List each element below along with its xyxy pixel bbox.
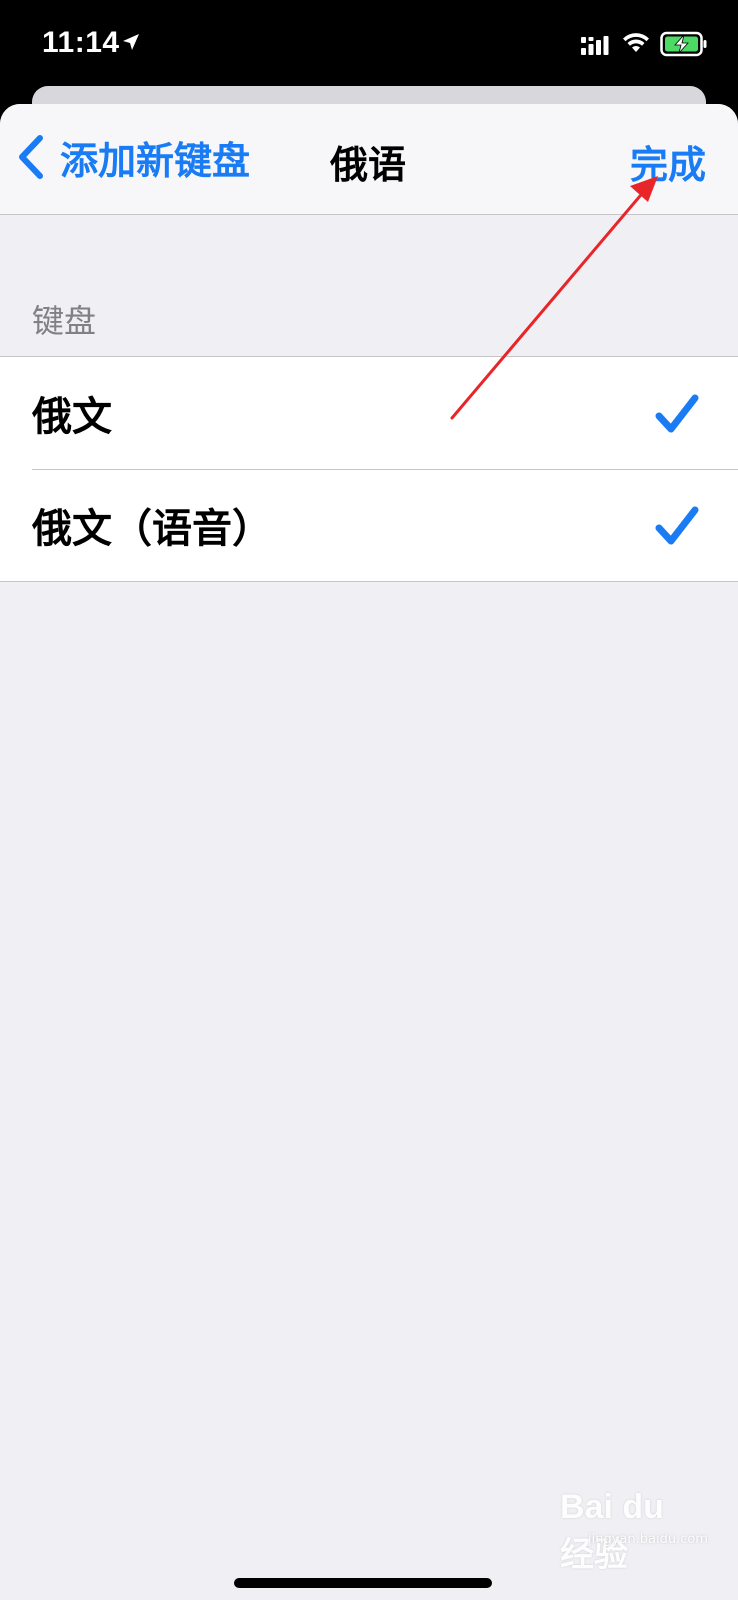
watermark-url: jingyan.baidu.com: [588, 1532, 708, 1547]
list-item-label: 俄文: [32, 394, 112, 440]
keyboard-list: 俄文 俄文（语音）: [0, 356, 738, 582]
list-item-label: 俄文（语音）: [32, 506, 272, 552]
wifi-icon: [623, 33, 649, 52]
watermark: Bai du 经验 jingyan.baidu.com: [560, 1488, 708, 1574]
home-indicator[interactable]: [234, 1578, 492, 1588]
navigation-bar: 添加新键盘 俄语 完成: [0, 104, 738, 215]
cellular-signal-icon: [581, 36, 609, 55]
section-header: 键盘: [32, 302, 97, 340]
checkmark-icon: [655, 394, 699, 433]
battery-charging-icon: [660, 31, 707, 57]
status-bar: 11:14: [0, 0, 738, 90]
done-button[interactable]: 完成: [630, 134, 706, 189]
list-item-russian-phonetic[interactable]: 俄文（语音）: [0, 469, 738, 581]
page-title-text: 俄语: [329, 143, 406, 187]
page-title: 俄语: [0, 134, 738, 189]
screen: 11:14 添加新键盘 俄语 完成 键盘 俄文 俄文（语音） Bai du 经验…: [0, 0, 738, 1600]
status-time: 11:14: [42, 26, 120, 59]
modal-sheet: 添加新键盘 俄语 完成 键盘 俄文 俄文（语音）: [0, 104, 738, 1600]
checkmark-icon: [655, 506, 699, 545]
list-item-russian[interactable]: 俄文: [0, 357, 738, 469]
location-arrow-icon: [123, 34, 139, 50]
